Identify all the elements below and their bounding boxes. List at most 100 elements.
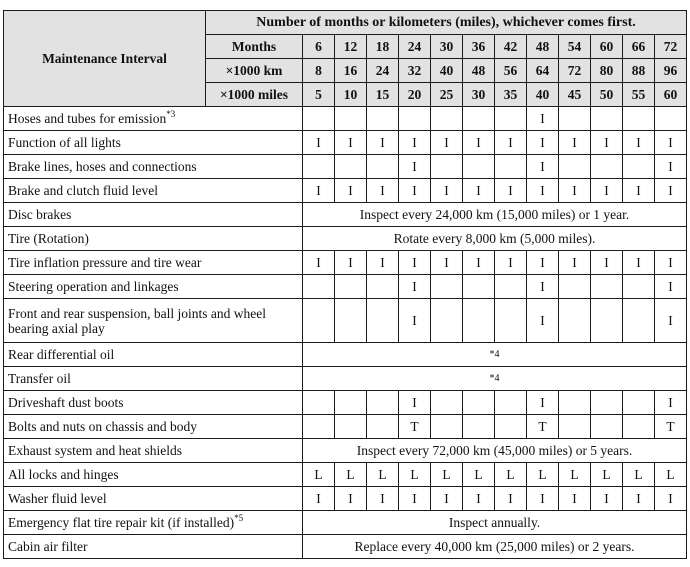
schedule-cell	[334, 154, 367, 179]
schedule-cell: I	[526, 390, 559, 415]
item-name-text: Transfer oil	[8, 371, 71, 386]
schedule-cell	[622, 106, 655, 131]
item-name: Brake lines, hoses and connections	[3, 154, 303, 179]
header-interval-value: 42	[494, 34, 527, 59]
schedule-cell: I	[462, 130, 495, 155]
schedule-cell: I	[526, 274, 559, 299]
schedule-cell: I	[494, 486, 527, 511]
schedule-cell: T	[653, 414, 688, 439]
header-interval-value: 48	[526, 34, 559, 59]
schedule-cell	[590, 154, 623, 179]
interval-note: *4	[301, 342, 688, 367]
schedule-cell: I	[366, 130, 399, 155]
schedule-cell: I	[653, 154, 688, 179]
header-row-label: ×1000 miles	[205, 82, 303, 107]
schedule-cell	[366, 414, 399, 439]
schedule-cell	[558, 274, 591, 299]
schedule-cell	[430, 298, 463, 343]
table-row: Driveshaft dust boots I I I	[3, 390, 688, 415]
header-interval-value: 88	[622, 58, 655, 83]
header-interval-value: 16	[334, 58, 367, 83]
header-interval-value: 30	[430, 34, 463, 59]
schedule-cell	[622, 154, 655, 179]
item-name-text: Driveshaft dust boots	[8, 395, 124, 410]
header-interval-value: 25	[430, 82, 463, 107]
schedule-cell: I	[334, 130, 367, 155]
schedule-cell: I	[653, 274, 688, 299]
item-name-text: Steering operation and linkages	[8, 279, 179, 294]
schedule-cell: I	[462, 250, 495, 275]
header-interval-value: 64	[526, 58, 559, 83]
schedule-cell: I	[653, 130, 688, 155]
table-row: Tire (Rotation) Rotate every 8,000 km (5,…	[3, 226, 688, 251]
schedule-cell	[462, 414, 495, 439]
schedule-cell: I	[622, 130, 655, 155]
schedule-cell	[366, 390, 399, 415]
header-interval-value: 55	[622, 82, 655, 107]
maintenance-schedule-table: Maintenance Interval Number of months or…	[3, 10, 688, 559]
schedule-cell	[334, 274, 367, 299]
table-row: Brake and clutch fluid level I I I I I I I I I I I I	[3, 178, 688, 203]
schedule-cell	[494, 274, 527, 299]
header-interval-value: 80	[590, 58, 623, 83]
schedule-cell	[462, 390, 495, 415]
schedule-cell: I	[653, 250, 688, 275]
item-name-text: Brake and clutch fluid level	[8, 183, 158, 198]
schedule-cell	[494, 414, 527, 439]
schedule-cell: I	[558, 130, 591, 155]
schedule-cell: I	[462, 178, 495, 203]
schedule-cell	[558, 414, 591, 439]
schedule-cell: I	[302, 250, 335, 275]
item-name: Front and rear suspension, ball joints a…	[3, 298, 303, 343]
schedule-cell	[366, 298, 399, 343]
schedule-cell: I	[526, 154, 559, 179]
schedule-cell: I	[398, 250, 431, 275]
schedule-cell: I	[398, 486, 431, 511]
schedule-cell: I	[653, 486, 688, 511]
footnote-marker: *3	[166, 109, 176, 119]
header-interval-value: 5	[302, 82, 335, 107]
header-interval-value: 40	[526, 82, 559, 107]
table-row: Steering operation and linkages I I I	[3, 274, 688, 299]
header-interval-value: 32	[398, 58, 431, 83]
schedule-cell: L	[302, 462, 335, 487]
schedule-cell: I	[526, 178, 559, 203]
schedule-cell: I	[494, 250, 527, 275]
footnote-marker: *5	[234, 513, 244, 523]
schedule-cell: I	[366, 250, 399, 275]
schedule-cell	[430, 106, 463, 131]
schedule-cell: L	[366, 462, 399, 487]
item-name-text: Disc brakes	[8, 207, 72, 222]
schedule-cell	[462, 274, 495, 299]
schedule-cell	[622, 298, 655, 343]
schedule-cell	[302, 274, 335, 299]
schedule-cell	[334, 298, 367, 343]
schedule-cell: L	[334, 462, 367, 487]
schedule-cell: I	[653, 390, 688, 415]
schedule-cell: I	[334, 250, 367, 275]
schedule-cell: L	[590, 462, 623, 487]
schedule-cell: I	[494, 130, 527, 155]
item-name-text: Function of all lights	[8, 135, 121, 150]
schedule-cell	[558, 154, 591, 179]
schedule-cell: I	[302, 178, 335, 203]
schedule-cell: I	[558, 250, 591, 275]
schedule-cell: I	[398, 130, 431, 155]
item-name: Disc brakes	[3, 202, 303, 227]
table-row: Function of all lights I I I I I I I I I I I I	[3, 130, 688, 155]
table-row: Exhaust system and heat shields Inspect e…	[3, 438, 688, 463]
item-name: Tire (Rotation)	[3, 226, 303, 251]
header-interval-value: 15	[366, 82, 399, 107]
schedule-cell: I	[526, 250, 559, 275]
schedule-cell	[302, 298, 335, 343]
schedule-cell	[302, 106, 335, 131]
item-name-text: Tire (Rotation)	[8, 231, 89, 246]
table-row: Brake lines, hoses and connections I I I	[3, 154, 688, 179]
header-interval-value: 66	[622, 34, 655, 59]
schedule-cell	[366, 154, 399, 179]
interval-note: Inspect every 72,000 km (45,000 miles) o…	[301, 438, 688, 463]
schedule-cell	[494, 106, 527, 131]
schedule-cell	[430, 154, 463, 179]
schedule-cell: I	[398, 274, 431, 299]
schedule-cell	[558, 390, 591, 415]
